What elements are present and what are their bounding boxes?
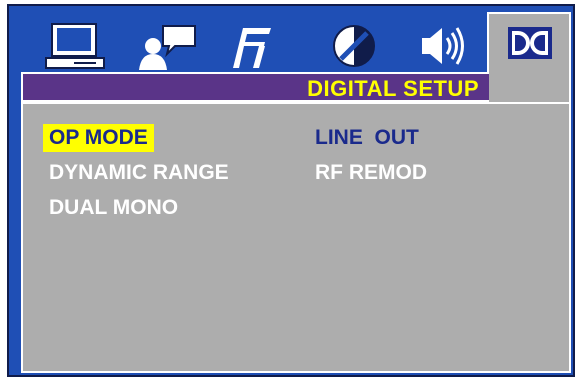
settings-panel: OP MODE DYNAMIC RANGE DUAL MONO LINE OUT… <box>21 102 571 373</box>
menu-item-dual-mono[interactable]: DUAL MONO <box>43 194 184 222</box>
tab-language[interactable] <box>133 20 203 72</box>
tab-speaker[interactable] <box>415 20 471 72</box>
tab-audio[interactable] <box>227 20 277 72</box>
language-icon <box>139 25 196 70</box>
page-title: DIGITAL SETUP <box>307 76 479 101</box>
speaker-icon <box>422 27 464 65</box>
music-note-icon <box>233 28 271 68</box>
option-line-out[interactable]: LINE OUT <box>315 124 419 152</box>
monitor-icon <box>45 23 105 69</box>
picture-icon <box>333 25 375 67</box>
setup-menu-frame: DIGITAL SETUP OP MODE DYNAMIC RANGE DUAL… <box>7 4 575 377</box>
tab-picture[interactable] <box>329 20 379 72</box>
title-bar: DIGITAL SETUP <box>21 72 489 102</box>
dolby-digital-icon <box>508 27 552 59</box>
option-rf-remod[interactable]: RF REMOD <box>315 159 427 187</box>
menu-item-dynamic-range[interactable]: DYNAMIC RANGE <box>43 159 235 187</box>
tab-general[interactable] <box>43 20 107 72</box>
tab-dolby-digital[interactable] <box>487 12 571 108</box>
menu-item-op-mode[interactable]: OP MODE <box>43 124 154 152</box>
